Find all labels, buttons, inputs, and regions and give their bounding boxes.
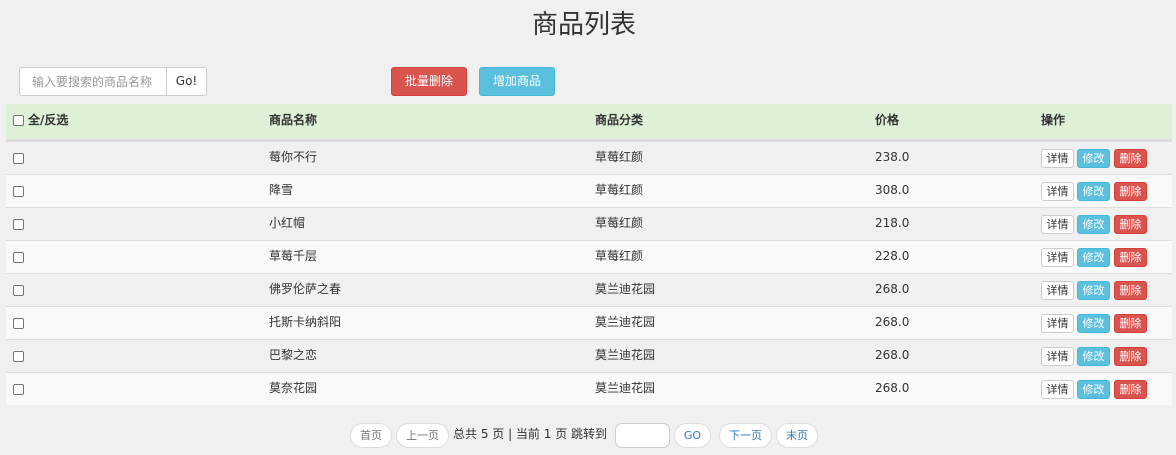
row-checkbox[interactable] (13, 219, 24, 230)
page-info: 总共 5 页 | 当前 1 页 跳转到 (453, 427, 608, 441)
row-checkbox[interactable] (13, 351, 24, 362)
table-body: 莓你不行 草莓红颜 238.0 详情 修改 删除 降雪 草莓红颜 308.0 详情 修改 删除 小红帽草… (6, 141, 1172, 405)
table-row: 草莓千层 草莓红颜 228.0 详情 修改 删除 (6, 240, 1172, 273)
detail-button[interactable]: 详情 (1041, 215, 1074, 234)
select-all-label: 全/反选 (28, 113, 69, 127)
edit-button[interactable]: 修改 (1077, 380, 1110, 399)
header-name: 商品名称 (269, 113, 318, 127)
product-price: 268.0 (875, 381, 910, 395)
jump-page-input[interactable] (615, 423, 670, 448)
next-page-button[interactable]: 下一页 (719, 423, 772, 448)
delete-button[interactable]: 删除 (1114, 149, 1147, 168)
detail-button[interactable]: 详情 (1041, 281, 1074, 300)
table-row: 巴黎之恋 莫兰迪花园 268.0 详情 修改 删除 (6, 339, 1172, 372)
edit-button[interactable]: 修改 (1077, 182, 1110, 201)
product-name: 托斯卡纳斜阳 (269, 315, 342, 329)
select-all-checkbox[interactable] (13, 115, 24, 126)
product-price: 228.0 (875, 249, 910, 263)
product-price: 268.0 (875, 315, 910, 329)
delete-button[interactable]: 删除 (1114, 347, 1147, 366)
table-header: 全/反选 商品名称 商品分类 价格 操作 (6, 104, 1172, 141)
detail-button[interactable]: 详情 (1041, 380, 1074, 399)
table-row: 莫奈花园 莫兰迪花园 268.0 详情 修改 删除 (6, 372, 1172, 405)
pagination: 首页 上一页 总共 5 页 | 当前 1 页 跳转到 GO 下一页 末页 (0, 423, 1176, 448)
table-row: 莓你不行 草莓红颜 238.0 详情 修改 删除 (6, 141, 1172, 174)
product-name: 佛罗伦萨之春 (269, 282, 342, 296)
product-name: 小红帽 (269, 216, 306, 230)
table-row: 小红帽 草莓红颜 218.0 详情 修改 删除 (6, 207, 1172, 240)
product-price: 308.0 (875, 183, 910, 197)
edit-button[interactable]: 修改 (1077, 248, 1110, 267)
product-category: 莫兰迪花园 (595, 381, 656, 395)
search-input[interactable] (19, 67, 167, 96)
table-row: 托斯卡纳斜阳 莫兰迪花园 268.0 详情 修改 删除 (6, 306, 1172, 339)
product-price: 218.0 (875, 216, 910, 230)
edit-button[interactable]: 修改 (1077, 215, 1110, 234)
product-name: 莓你不行 (269, 150, 318, 164)
detail-button[interactable]: 详情 (1041, 149, 1074, 168)
row-checkbox[interactable] (13, 285, 24, 296)
page-title: 商品列表 (531, 10, 636, 40)
detail-button[interactable]: 详情 (1041, 182, 1074, 201)
delete-button[interactable]: 删除 (1114, 281, 1147, 300)
product-category: 草莓红颜 (595, 183, 644, 197)
product-name: 降雪 (269, 183, 294, 197)
product-price: 268.0 (875, 282, 910, 296)
product-category: 草莓红颜 (595, 150, 644, 164)
first-page-button[interactable]: 首页 (350, 423, 392, 448)
detail-button[interactable]: 详情 (1041, 314, 1074, 333)
jump-go-button[interactable]: GO (674, 423, 711, 448)
product-category: 莫兰迪花园 (595, 348, 656, 362)
product-name: 草莓千层 (269, 249, 318, 263)
search-go-button[interactable]: Go! (166, 67, 207, 96)
delete-button[interactable]: 删除 (1114, 380, 1147, 399)
table-row: 降雪 草莓红颜 308.0 详情 修改 删除 (6, 174, 1172, 207)
prev-page-button[interactable]: 上一页 (396, 423, 449, 448)
row-checkbox[interactable] (13, 318, 24, 329)
product-name: 莫奈花园 (269, 381, 318, 395)
header-category: 商品分类 (595, 113, 644, 127)
batch-delete-button[interactable]: 批量删除 (391, 67, 467, 96)
row-checkbox[interactable] (13, 252, 24, 263)
edit-button[interactable]: 修改 (1077, 281, 1110, 300)
edit-button[interactable]: 修改 (1077, 314, 1110, 333)
header-actions: 操作 (1041, 113, 1066, 127)
product-name: 巴黎之恋 (269, 348, 318, 362)
delete-button[interactable]: 删除 (1114, 182, 1147, 201)
detail-button[interactable]: 详情 (1041, 347, 1074, 366)
delete-button[interactable]: 删除 (1114, 215, 1147, 234)
product-price: 238.0 (875, 150, 910, 164)
row-checkbox[interactable] (13, 153, 24, 164)
detail-button[interactable]: 详情 (1041, 248, 1074, 267)
add-product-button[interactable]: 增加商品 (479, 67, 555, 96)
delete-button[interactable]: 删除 (1114, 248, 1147, 267)
product-category: 草莓红颜 (595, 216, 644, 230)
product-price: 268.0 (875, 348, 910, 362)
row-checkbox[interactable] (13, 384, 24, 395)
header-price: 价格 (875, 113, 900, 127)
row-checkbox[interactable] (13, 186, 24, 197)
edit-button[interactable]: 修改 (1077, 347, 1110, 366)
delete-button[interactable]: 删除 (1114, 314, 1147, 333)
edit-button[interactable]: 修改 (1077, 149, 1110, 168)
product-category: 莫兰迪花园 (595, 315, 656, 329)
table-row: 佛罗伦萨之春 莫兰迪花园 268.0 详情 修改 删除 (6, 273, 1172, 306)
last-page-button[interactable]: 末页 (776, 423, 818, 448)
product-category: 莫兰迪花园 (595, 282, 656, 296)
product-category: 草莓红颜 (595, 249, 644, 263)
product-table: 全/反选 商品名称 商品分类 价格 操作 莓你不行 草莓红颜 238.0 详情 修改 删除… (6, 104, 1172, 405)
